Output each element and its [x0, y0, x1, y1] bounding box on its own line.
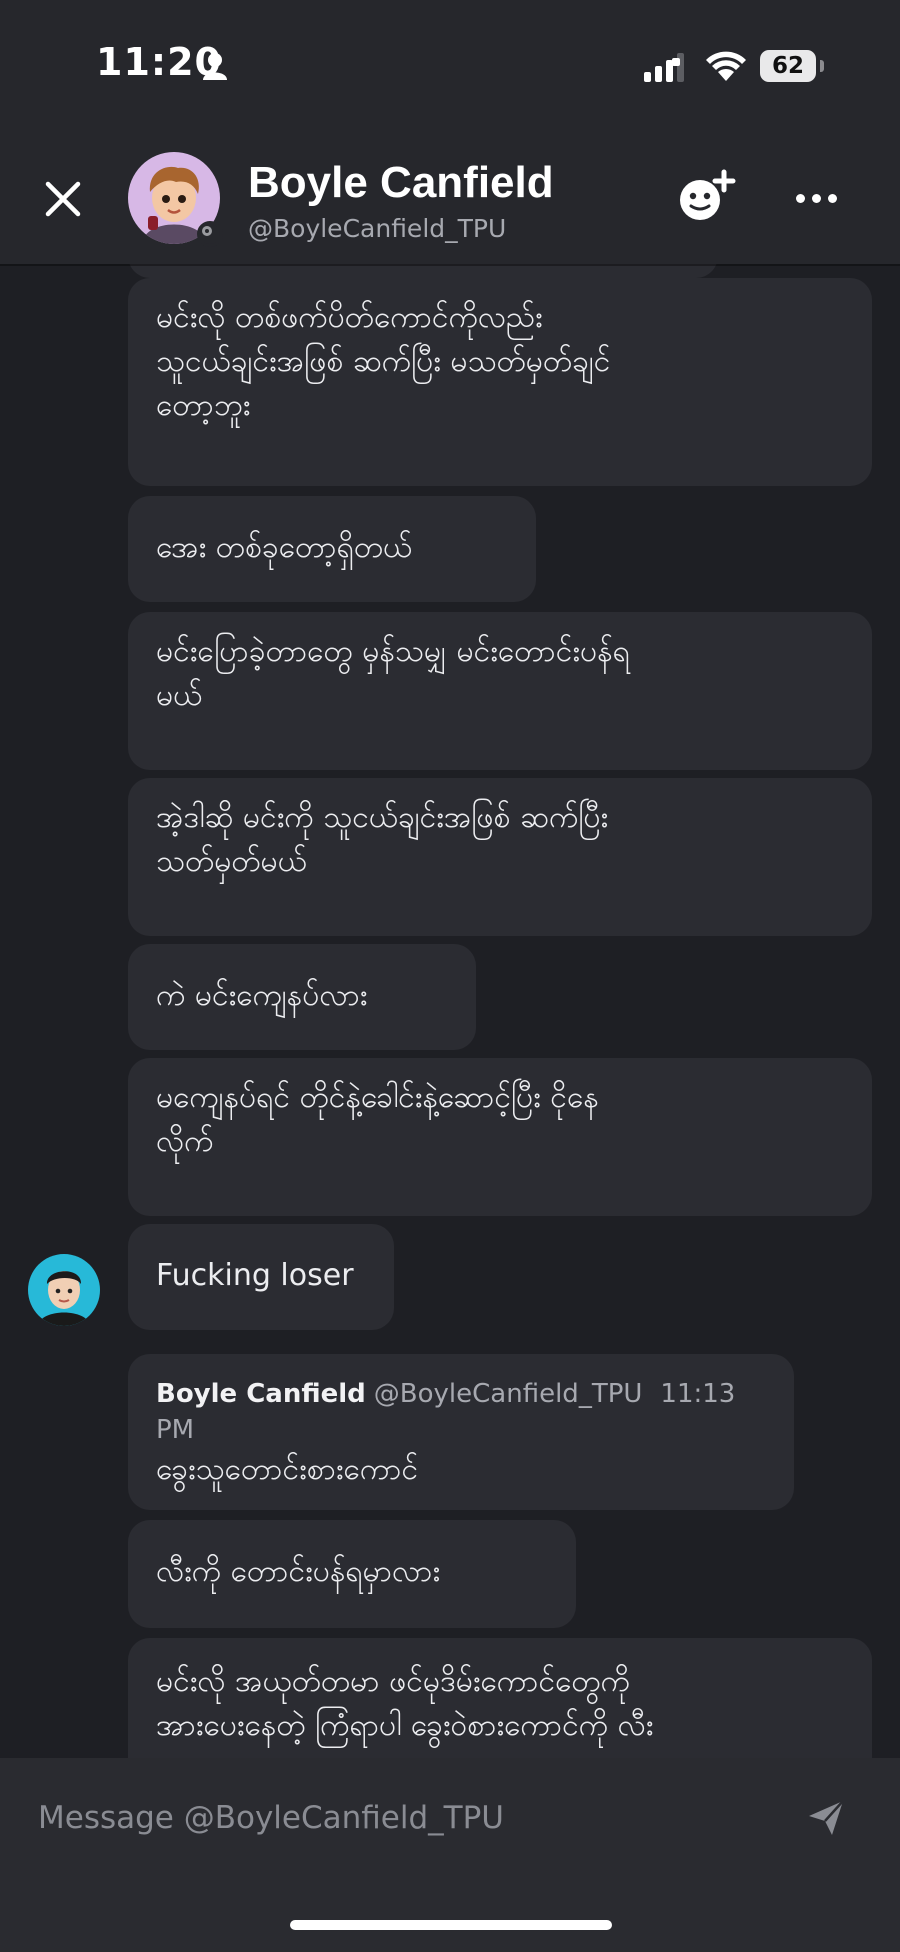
contact-avatar[interactable] [128, 152, 223, 247]
chat-header: Boyle Canfield @BoyleCanfield_TPU [0, 130, 900, 264]
presence-status-icon [197, 221, 223, 247]
home-indicator [290, 1920, 612, 1930]
message-composer [0, 1758, 900, 1952]
cellular-signal-icon [644, 53, 684, 82]
chat-handle: @BoyleCanfield_TPU [248, 214, 507, 243]
message-bubble[interactable]: လီးကို တောင်းပန်ရမှာလား [128, 1520, 576, 1628]
message-bubble[interactable]: အဲ့ဒါဆို မင်းကို သူငယ်ချင်းအဖြစ် ဆက်ပြီး… [128, 778, 872, 936]
user-avatar[interactable] [28, 1254, 100, 1326]
message-bubble[interactable]: Fucking loser [128, 1224, 394, 1330]
message-bubble[interactable]: ကဲ မင်းကျေနပ်လား [128, 944, 476, 1050]
status-bar: 11:20 62 [0, 0, 900, 130]
user-photo-icon [28, 1254, 100, 1326]
quote-handle: @BoyleCanfield_TPU [373, 1379, 643, 1409]
message-bubble[interactable]: မင်းပြောခဲ့တာတွေ မှန်သမျှ မင်းတောင်းပန်ရ… [128, 612, 872, 770]
message-bubble[interactable]: မင်းလို တစ်ဖက်ပိတ်ကောင်ကိုလည်း သူငယ်ချင်… [128, 278, 872, 486]
close-icon[interactable] [40, 176, 86, 222]
quote-text: ခွေးသူတောင်းစားကောင် [156, 1452, 419, 1487]
quote-header: Boyle Canfield @BoyleCanfield_TPU 11:13 PM [156, 1376, 766, 1448]
battery-tip [820, 60, 824, 72]
send-icon[interactable] [806, 1798, 846, 1838]
add-friend-icon[interactable] [676, 168, 736, 224]
message-bubble[interactable]: မကျေနပ်ရင် တိုင်နဲ့ခေါင်းနဲ့ဆောင့်ပြီး င… [128, 1058, 872, 1216]
message-list[interactable]: မင်းလို တစ်ဖက်ပိတ်ကောင်ကိုလည်း သူငယ်ချင်… [0, 264, 900, 1758]
chat-title[interactable]: Boyle Canfield [248, 158, 554, 208]
message-input[interactable] [0, 1786, 760, 1850]
message-bubble-partial [128, 264, 718, 278]
quoted-message-bubble[interactable]: Boyle Canfield @BoyleCanfield_TPU 11:13 PM… [128, 1354, 794, 1510]
message-bubble[interactable]: အေး တစ်ခုတော့ရှိတယ် [128, 496, 536, 602]
wifi-icon [706, 51, 746, 81]
message-bubble[interactable]: မင်းလို အယုတ်တမာ ဖင်မုဒိမ်းကောင်တွေကို အ… [128, 1638, 872, 1758]
person-icon [203, 53, 227, 80]
more-horizontal-icon [796, 194, 805, 203]
battery-indicator: 62 [760, 50, 816, 82]
quote-author[interactable]: Boyle Canfield [156, 1379, 366, 1409]
more-options-button[interactable] [796, 188, 844, 208]
